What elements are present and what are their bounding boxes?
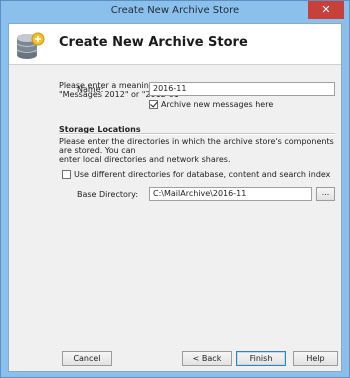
- close-button[interactable]: ✕: [308, 1, 344, 19]
- finish-button[interactable]: Finish: [236, 351, 286, 366]
- section-divider: [59, 133, 335, 135]
- dialog-window: Create New Archive Store ✕ Create New Ar…: [0, 0, 350, 378]
- help-button[interactable]: Help: [293, 351, 338, 366]
- wizard-header: Create New Archive Store: [9, 24, 341, 65]
- name-label: Name:: [77, 85, 104, 94]
- page-title: Create New Archive Store: [59, 35, 248, 50]
- browse-button[interactable]: ...: [316, 187, 335, 201]
- title-bar[interactable]: Create New Archive Store ✕: [1, 1, 349, 23]
- different-directories-label[interactable]: Use different directories for database, …: [74, 170, 330, 179]
- database-icon: [16, 32, 45, 59]
- base-directory-input[interactable]: C:\MailArchive\2016-11: [149, 187, 312, 201]
- name-input[interactable]: 2016-11: [149, 82, 335, 96]
- base-directory-label: Base Directory:: [77, 190, 139, 199]
- dialog-body: Create New Archive Store Please enter a …: [8, 23, 342, 372]
- storage-description: Please enter the directories in which th…: [59, 137, 334, 164]
- storage-line-1: Please enter the directories in which th…: [59, 137, 334, 155]
- different-directories-checkbox[interactable]: [62, 170, 71, 179]
- close-icon: ✕: [321, 3, 331, 16]
- archive-new-messages-checkbox[interactable]: [149, 100, 158, 109]
- back-button[interactable]: < Back: [182, 351, 232, 366]
- window-title: Create New Archive Store: [110, 5, 240, 16]
- cancel-button[interactable]: Cancel: [62, 351, 112, 366]
- archive-new-messages-label[interactable]: Archive new messages here: [161, 100, 273, 109]
- storage-line-2: enter local directories and network shar…: [59, 155, 231, 164]
